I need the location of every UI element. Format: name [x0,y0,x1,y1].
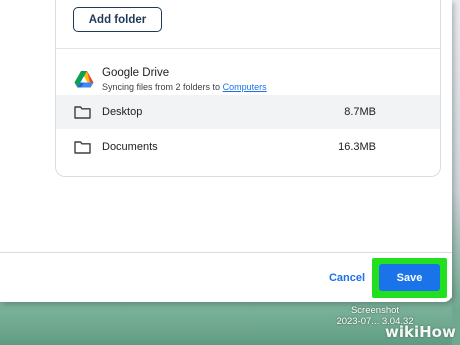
cancel-button[interactable]: Cancel [322,268,372,288]
panel-divider [56,48,440,49]
save-button[interactable]: Save [379,264,440,291]
footer-divider [0,252,452,253]
wikihow-watermark: wikiHow [385,323,456,341]
screenshot-label-line1: Screenshot [350,305,400,316]
folder-name: Desktop [102,106,143,118]
folder-size: 16.3MB [338,141,376,153]
add-folder-button[interactable]: Add folder [73,7,162,32]
sync-status-prefix: Syncing files from 2 folders to [102,82,221,92]
folder-icon [74,141,91,154]
backup-sync-dialog: Add folder Google Drive Syncing files fr… [0,0,452,302]
folder-row-desktop[interactable]: Desktop 8.7MB [56,95,440,129]
folders-panel: Add folder Google Drive Syncing files fr… [55,0,441,177]
computers-link[interactable]: Computers [223,82,267,92]
folder-size: 8.7MB [344,106,376,118]
background-window-edge [452,0,460,345]
google-drive-icon [74,71,94,88]
folder-row-documents[interactable]: Documents 16.3MB [56,130,440,164]
google-drive-title: Google Drive [102,67,170,79]
folder-name: Documents [102,141,158,153]
folder-icon [74,106,91,119]
sync-status-text: Syncing files from 2 folders to Computer… [102,82,267,92]
